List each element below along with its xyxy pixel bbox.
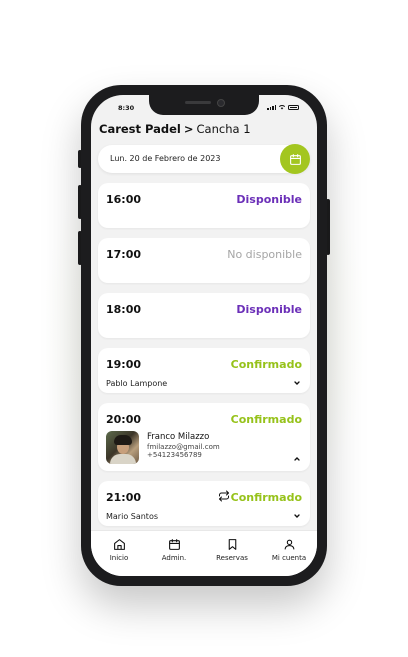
slot-card[interactable]: 17:00 No disponible — [98, 238, 310, 283]
breadcrumb: Carest Padel > Cancha 1 — [99, 122, 251, 136]
nav-label: Admin. — [161, 554, 187, 562]
nav-label: Reservas — [216, 554, 248, 562]
slot-card[interactable]: 21:00 Confirmado Mario Santos — [98, 481, 310, 526]
slot-status: Confirmado — [230, 491, 302, 504]
player-email: fmilazzo@gmail.com — [147, 442, 220, 451]
nav-item-inicio[interactable]: Inicio — [94, 538, 144, 562]
slot-card[interactable]: 19:00 Confirmado Pablo Lampone — [98, 348, 310, 393]
repeat-icon — [219, 490, 229, 502]
speaker — [185, 101, 211, 104]
nav-item-admin[interactable]: Admin. — [149, 538, 199, 562]
date-text: Lun. 20 de Febrero de 2023 — [110, 154, 221, 163]
slot-status: Confirmado — [230, 413, 302, 426]
slot-status: Disponible — [236, 303, 302, 316]
slot-time: 17:00 — [106, 248, 142, 261]
breadcrumb-court: Cancha 1 — [196, 122, 251, 136]
notch — [149, 95, 259, 115]
slot-time: 16:00 — [106, 193, 142, 206]
slot-card-expanded[interactable]: 20:00 Confirmado Franco Milazzo fmilazzo… — [98, 403, 310, 471]
nav-label: Inicio — [109, 554, 129, 562]
date-selector[interactable]: Lun. 20 de Febrero de 2023 — [98, 144, 310, 174]
slot-card[interactable]: 16:00 Disponible — [98, 183, 310, 228]
player-name: Pablo Lampone — [106, 379, 168, 388]
avatar — [106, 431, 139, 464]
player-name: Mario Santos — [106, 512, 159, 521]
status-icons — [267, 104, 299, 110]
breadcrumb-club[interactable]: Carest Padel — [99, 122, 181, 136]
chevron-down-icon[interactable] — [293, 512, 301, 520]
user-icon — [284, 539, 294, 550]
slot-status: Disponible — [236, 193, 302, 206]
slot-card[interactable]: 18:00 Disponible — [98, 293, 310, 338]
front-camera — [217, 99, 225, 107]
player-phone: +54123456789 — [147, 451, 202, 460]
calendar-icon — [289, 153, 301, 165]
battery-icon — [288, 104, 299, 110]
nav-item-mi-cuenta[interactable]: Mi cuenta — [264, 538, 314, 562]
breadcrumb-separator: > — [183, 122, 194, 136]
nav-label: Mi cuenta — [271, 554, 307, 562]
phone-screen: 8:30 Carest Padel > Cancha 1 Lun. 20 de Fe… — [91, 95, 317, 576]
player-info: Franco Milazzo fmilazzo@gmail.com +54123… — [147, 432, 220, 460]
nav-item-reservas[interactable]: Reservas — [207, 538, 257, 562]
status-time: 8:30 — [118, 104, 135, 112]
slot-time: 19:00 — [106, 358, 142, 371]
chevron-up-icon[interactable] — [293, 455, 301, 463]
calendar-button[interactable] — [280, 144, 310, 174]
bookmark-icon — [228, 539, 236, 550]
slot-time: 20:00 — [106, 413, 142, 426]
slot-status: Confirmado — [230, 358, 302, 371]
home-icon — [113, 539, 125, 550]
bottom-nav: Inicio Admin. Reservas Mi cuenta — [91, 530, 317, 576]
signal-icon — [267, 104, 276, 110]
slot-time: 18:00 — [106, 303, 142, 316]
slot-status: No disponible — [227, 248, 302, 261]
chevron-down-icon[interactable] — [293, 379, 301, 387]
calendar-icon — [168, 539, 180, 550]
slot-time: 21:00 — [106, 491, 142, 504]
player-name: Franco Milazzo — [147, 432, 210, 442]
wifi-icon — [278, 105, 286, 110]
